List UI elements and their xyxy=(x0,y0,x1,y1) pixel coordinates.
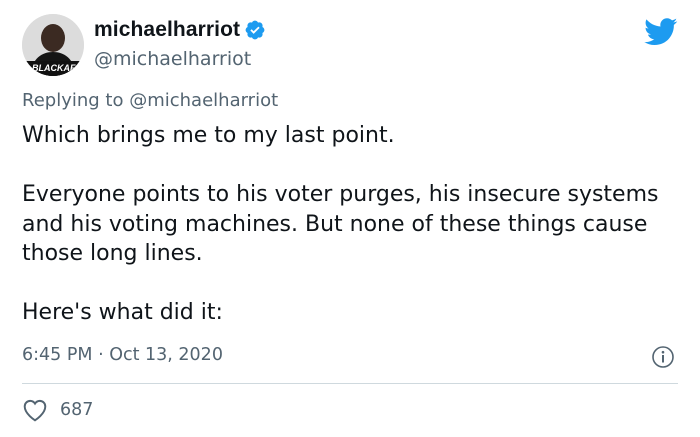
like-count: 687 xyxy=(60,400,94,420)
verified-badge-icon xyxy=(245,20,265,40)
twitter-bird-icon[interactable] xyxy=(644,18,678,46)
reply-prefix: Replying to xyxy=(22,90,124,111)
reply-context: Replying to @michaelharriot xyxy=(22,90,278,111)
reply-mention-link[interactable]: @michaelharriot xyxy=(129,90,278,111)
avatar[interactable]: BLACKAF xyxy=(22,14,84,76)
like-button[interactable]: 687 xyxy=(22,398,93,422)
heart-icon xyxy=(23,399,47,422)
handle[interactable]: @michaelharriot xyxy=(94,48,251,70)
info-icon[interactable] xyxy=(651,345,675,369)
tweet-paragraph: Here's what did it: xyxy=(22,300,223,325)
avatar-label: BLACKAF xyxy=(32,63,76,73)
divider xyxy=(22,383,678,384)
author-row: michaelharriot xyxy=(94,18,266,42)
tweet-paragraph: Everyone points to his voter purges, his… xyxy=(22,182,659,266)
display-name[interactable]: michaelharriot xyxy=(94,18,240,42)
tweet-timestamp[interactable]: 6:45 PM · Oct 13, 2020 xyxy=(22,345,223,365)
tweet-paragraph: Which brings me to my last point. xyxy=(22,123,395,148)
tweet-text: Which brings me to my last point. Everyo… xyxy=(22,121,672,328)
